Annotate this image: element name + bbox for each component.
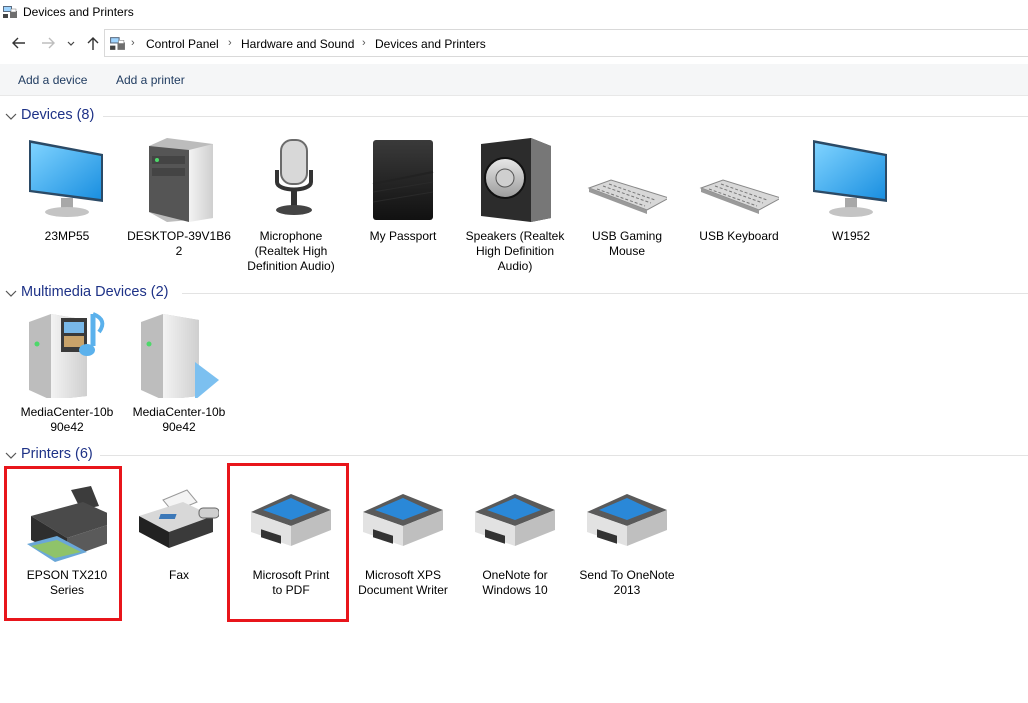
- device-label: Send To OneNote 2013: [579, 568, 675, 597]
- add-device-button[interactable]: Add a device: [18, 73, 87, 87]
- printer-icon: [363, 480, 443, 568]
- fax-icon: [139, 480, 220, 568]
- device-label: Speakers (Realtek High Definition Audio): [465, 229, 565, 273]
- collapse-chevron-icon[interactable]: [5, 288, 17, 298]
- command-bar: Add a device Add a printer: [0, 64, 1028, 96]
- group-title: Multimedia Devices (2): [21, 284, 169, 300]
- device-label: Microphone (Realtek High Definition Audi…: [247, 229, 335, 273]
- back-arrow-icon[interactable]: [10, 34, 28, 52]
- device-label: DESKTOP-39V1B6 2: [127, 229, 231, 258]
- title-bar: Devices and Printers: [0, 0, 1028, 24]
- printer-icon: [587, 480, 667, 568]
- group-divider: [100, 455, 1028, 456]
- add-printer-button[interactable]: Add a printer: [116, 73, 185, 87]
- forward-arrow-icon[interactable]: [39, 34, 57, 52]
- window-title: Devices and Printers: [23, 5, 134, 19]
- highlight-box-print-to-pdf: [227, 463, 349, 622]
- control-panel-icon: [109, 35, 126, 52]
- breadcrumb-separator-icon: ›: [228, 37, 232, 49]
- group-divider: [103, 116, 1028, 117]
- breadcrumb-control-panel[interactable]: Control Panel: [146, 37, 219, 51]
- breadcrumb-hardware-and-sound[interactable]: Hardware and Sound: [241, 37, 354, 51]
- monitor-icon: [27, 136, 107, 224]
- device-label: Fax: [168, 568, 189, 582]
- device-label: USB Keyboard: [699, 229, 779, 243]
- breadcrumb-separator-icon: ›: [362, 37, 366, 49]
- collapse-chevron-icon[interactable]: [5, 450, 17, 460]
- device-label: OneNote for Windows 10: [482, 568, 548, 597]
- group-header-multimedia-devices[interactable]: Multimedia Devices (2): [0, 284, 1028, 304]
- keyboard-icon: [699, 136, 783, 224]
- collapse-chevron-icon[interactable]: [5, 111, 17, 121]
- device-label: Microsoft XPS Document Writer: [358, 568, 448, 597]
- device-label: 23MP55: [44, 229, 90, 243]
- keyboard-icon: [587, 136, 671, 224]
- breadcrumb-devices-and-printers[interactable]: Devices and Printers: [375, 37, 486, 51]
- group-title: Devices (8): [21, 107, 95, 123]
- highlight-box-epson: [4, 466, 122, 621]
- device-label: MediaCenter-10b 90e42: [132, 405, 226, 434]
- desktop-tower-icon: [139, 136, 219, 224]
- media-renderer-icon: [139, 310, 219, 400]
- device-label: USB Gaming Mouse: [591, 229, 663, 258]
- devices-printers-icon: [2, 4, 18, 20]
- group-header-printers[interactable]: Printers (6): [0, 446, 1028, 466]
- microphone-icon: [251, 136, 331, 224]
- up-arrow-icon[interactable]: [84, 34, 102, 52]
- speaker-icon: [475, 136, 555, 224]
- breadcrumb-separator-icon: ›: [131, 37, 135, 49]
- device-label: My Passport: [369, 229, 437, 243]
- device-label: W1952: [831, 229, 871, 243]
- group-title: Printers (6): [21, 446, 93, 462]
- group-divider: [182, 293, 1028, 294]
- device-label: MediaCenter-10b 90e42: [20, 405, 114, 434]
- address-bar[interactable]: › Control Panel › Hardware and Sound › D…: [104, 29, 1028, 57]
- monitor-icon: [811, 136, 891, 224]
- printer-icon: [475, 480, 555, 568]
- external-drive-icon: [363, 136, 443, 224]
- media-server-icon: [27, 310, 107, 400]
- group-header-devices[interactable]: Devices (8): [0, 107, 1028, 127]
- navigation-bar: › Control Panel › Hardware and Sound › D…: [0, 26, 1028, 60]
- recent-locations-chevron-down-icon[interactable]: [65, 34, 77, 52]
